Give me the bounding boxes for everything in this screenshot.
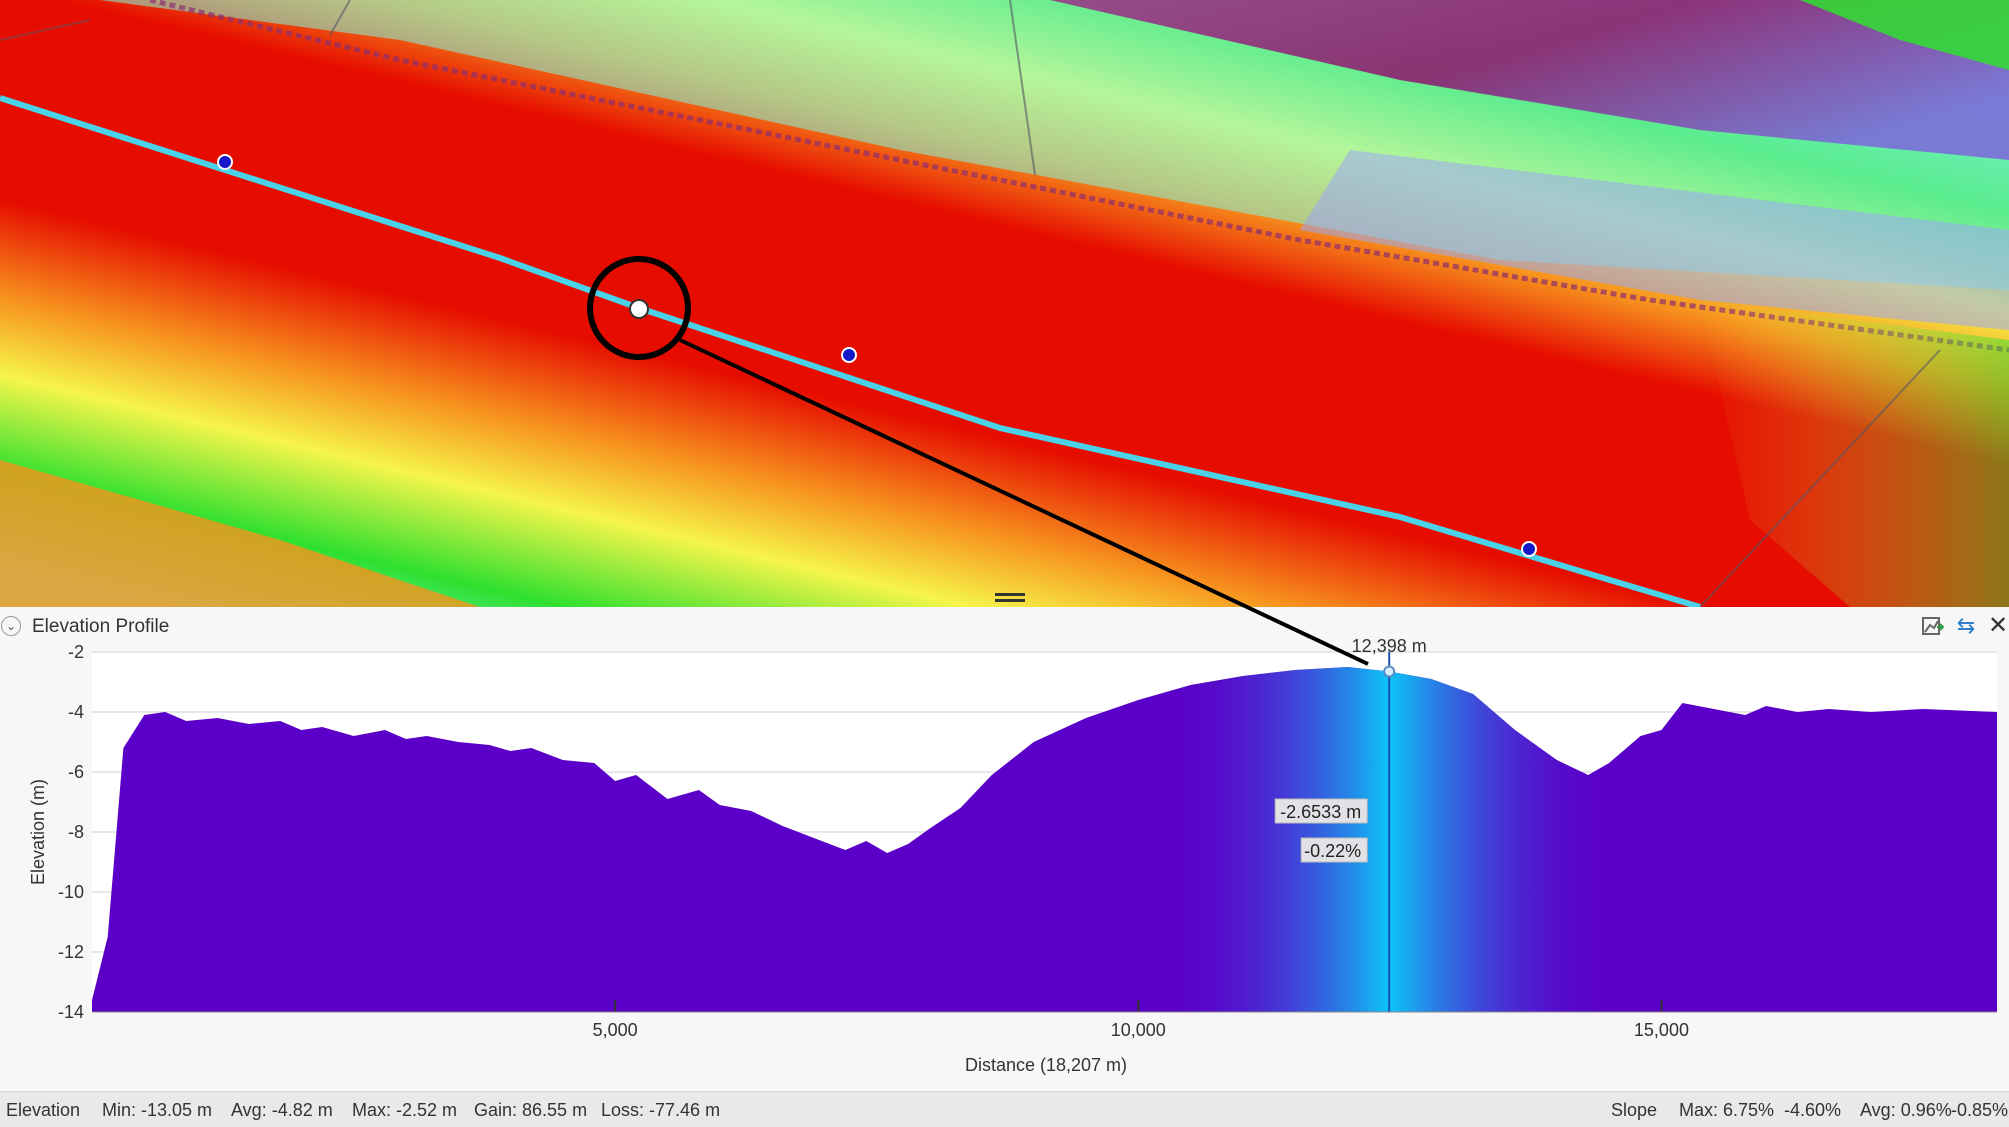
- elevation-surface[interactable]: [0, 0, 2009, 607]
- y-tick-label: -2: [68, 642, 84, 662]
- cursor-point[interactable]: [1383, 665, 1396, 678]
- status-bar: Elevation Min: -13.05 m Avg: -4.82 m Max…: [0, 1091, 2009, 1127]
- cursor-elevation-label: -2.6533 m: [1280, 802, 1361, 822]
- y-tick-label: -4: [68, 702, 84, 722]
- y-tick-label: -14: [58, 1002, 84, 1022]
- cursor-slope-label: -0.22%: [1304, 841, 1361, 861]
- swap-direction-icon[interactable]: ⇆: [1953, 613, 1979, 639]
- x-tick-label: 15,000: [1634, 1020, 1689, 1040]
- y-axis-label: Elevation (m): [28, 779, 48, 885]
- elevation-stats-label: Elevation: [6, 1100, 81, 1120]
- y-tick-label: -10: [58, 882, 84, 902]
- elevation-max: Max: -2.52 m: [352, 1100, 458, 1120]
- panel-splitter[interactable]: [995, 593, 1025, 603]
- elevation-chart[interactable]: 12,398 m -2.6533 m -0.22% -2 -4 -6 -8 -10 -12…: [0, 637, 2009, 1081]
- y-tick-label: -6: [68, 762, 84, 782]
- elevation-gain: Gain: 86.55 m: [474, 1100, 588, 1120]
- export-chart-icon[interactable]: [1920, 613, 1946, 639]
- y-tick-label: -12: [58, 942, 84, 962]
- cursor-distance-label: 12,398 m: [1352, 637, 1427, 656]
- profile-vertex[interactable]: [841, 347, 857, 363]
- slope-stats-label: Slope: [1611, 1100, 1658, 1120]
- chevron-down-icon[interactable]: ⌄: [1, 616, 21, 636]
- elevation-avg: Avg: -4.82 m: [231, 1100, 333, 1120]
- panel-title: Elevation Profile: [32, 616, 170, 637]
- x-tick-label: 5,000: [593, 1020, 638, 1040]
- slope-max: Max: 6.75%: [1679, 1100, 1775, 1120]
- panel-header: ⌄ Elevation Profile ⇆ ✕: [0, 607, 2009, 639]
- x-tick-label: 10,000: [1111, 1020, 1166, 1040]
- close-icon[interactable]: ✕: [1985, 613, 2009, 639]
- elevation-profile-panel: ⌄ Elevation Profile ⇆ ✕ 12,398 m -2.6533…: [0, 607, 2009, 1091]
- cursor-location-marker: [629, 299, 649, 319]
- slope-min: -4.60%: [1784, 1100, 1842, 1120]
- profile-vertex[interactable]: [217, 154, 233, 170]
- map-view[interactable]: [0, 0, 2009, 607]
- slope-avg-secondary: -0.85%: [1951, 1100, 2009, 1120]
- elevation-min: Min: -13.05 m: [102, 1100, 213, 1120]
- profile-vertex[interactable]: [1521, 541, 1537, 557]
- y-tick-label: -8: [68, 822, 84, 842]
- slope-avg: Avg: 0.96%: [1860, 1100, 1952, 1120]
- elevation-loss: Loss: -77.46 m: [601, 1100, 721, 1120]
- x-axis-label: Distance (18,207 m): [965, 1055, 1127, 1075]
